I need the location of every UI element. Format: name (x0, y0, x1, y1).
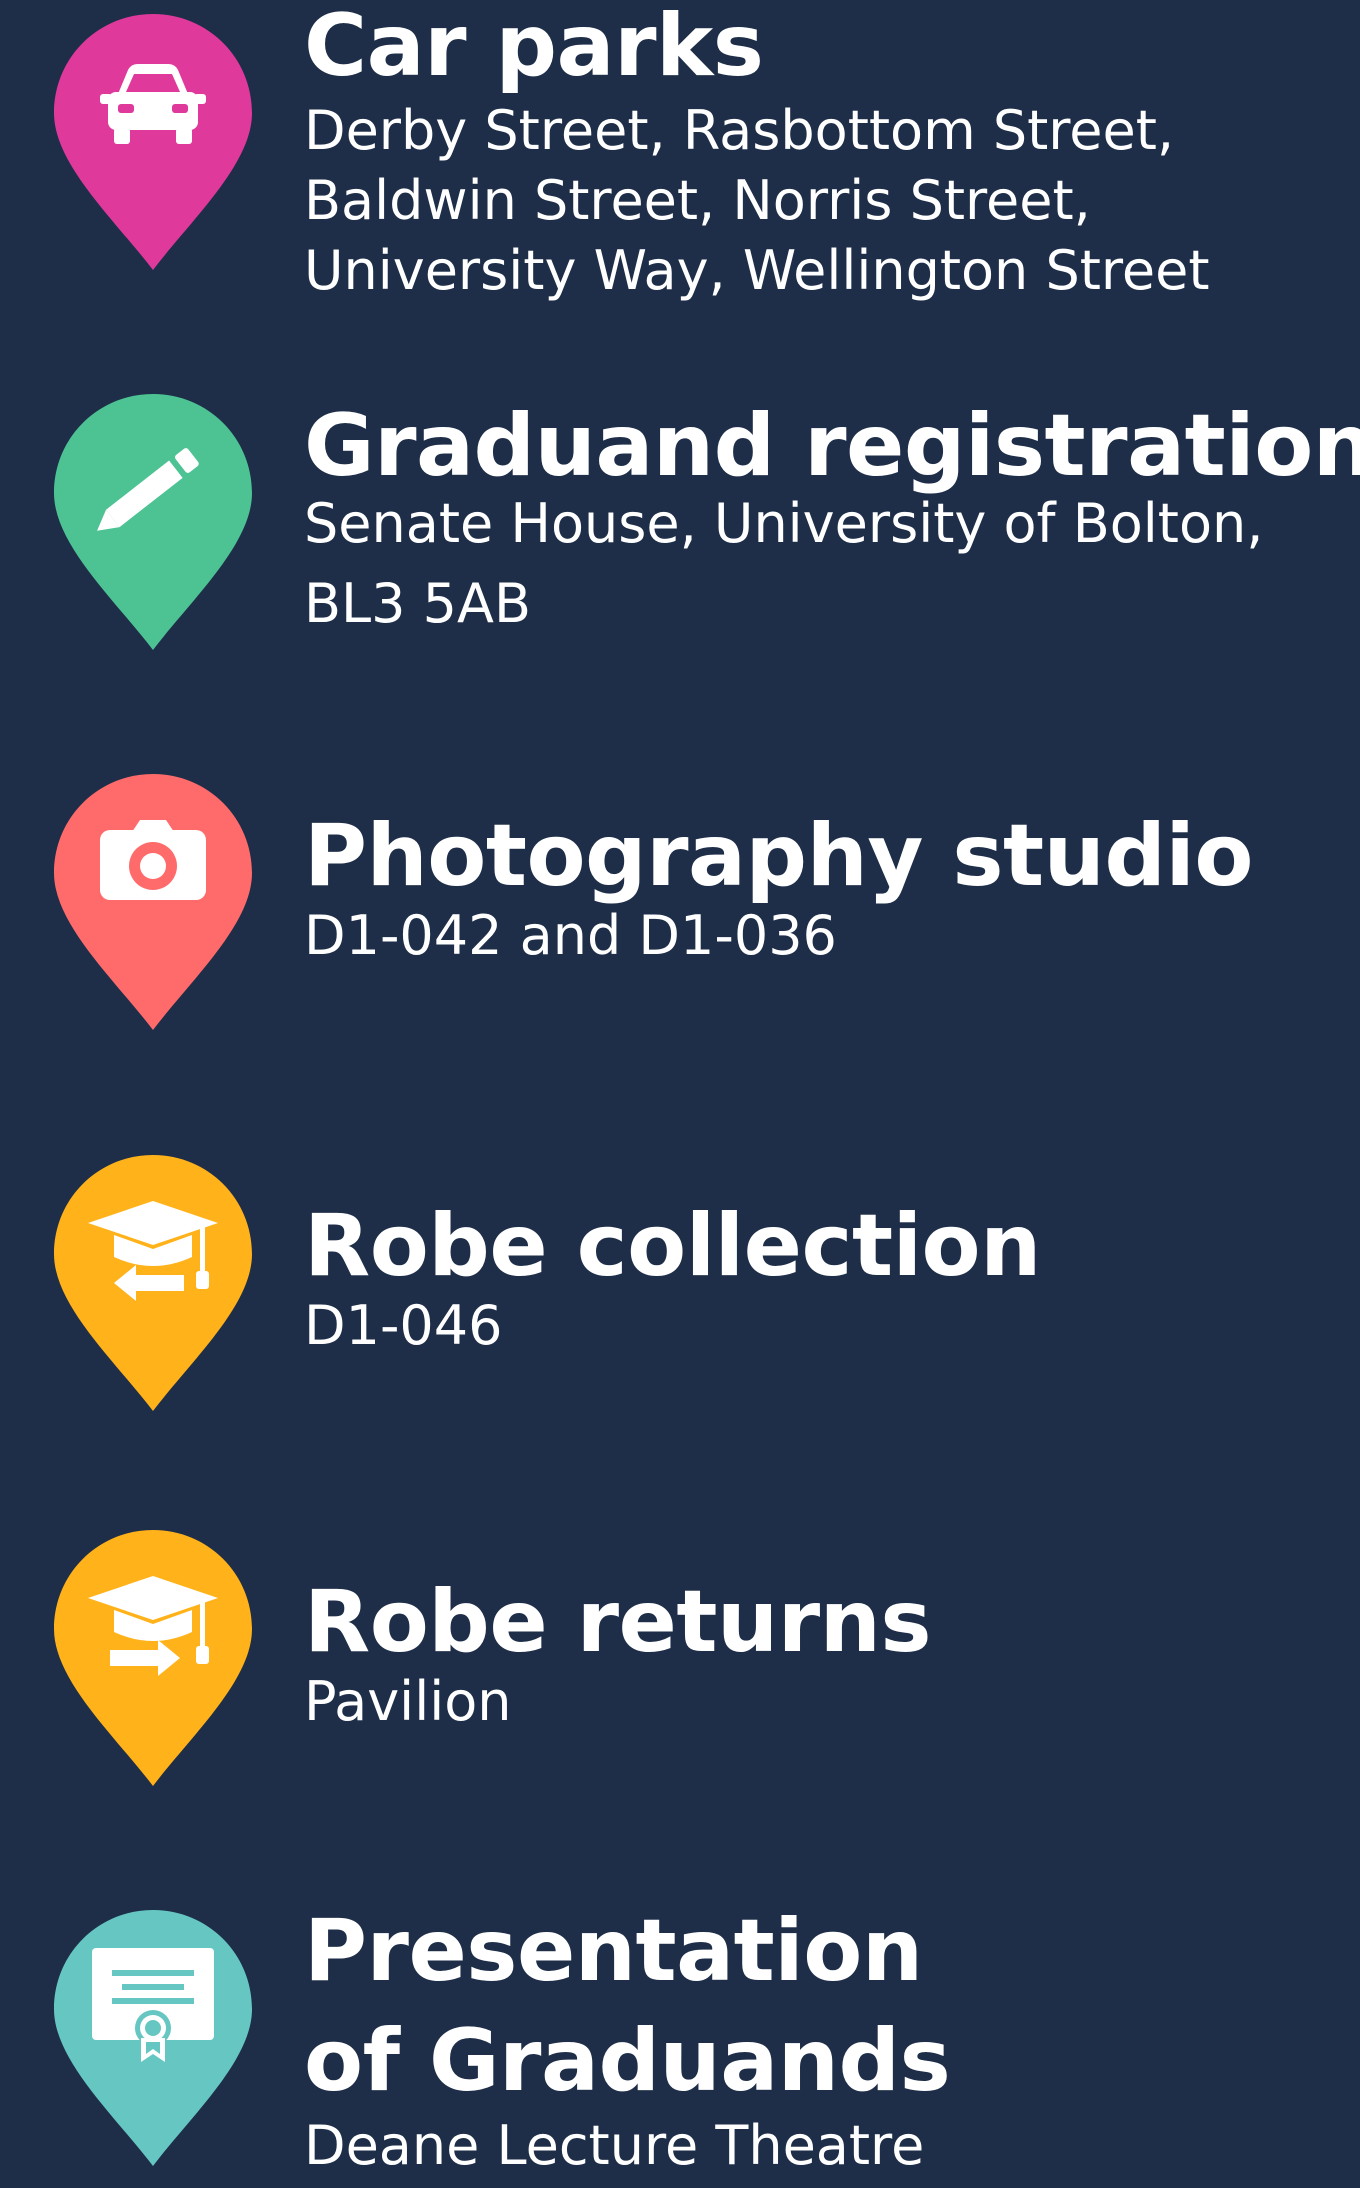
entry-details: Derby Street, Rasbottom Street, Baldwin … (304, 96, 1344, 306)
entry-title: Robe returns (304, 1572, 932, 1672)
map-pin-robe-returns (54, 1530, 252, 1786)
map-pin-registration (54, 394, 252, 650)
entry-details: Deane Lecture Theatre (304, 2110, 1344, 2182)
camera-icon (100, 820, 206, 900)
entry-text: Robe collection D1-046 (304, 1196, 1344, 1362)
entry-title: Photography studio (304, 806, 1253, 906)
detail-line: Senate House, University of Bolton, (304, 492, 1264, 555)
entry-title: Car parks (304, 0, 764, 96)
entry-details: Senate House, University of Bolton, BL3 … (304, 484, 1344, 644)
entry-text: Presentation of Graduands Deane Lecture … (304, 1896, 1344, 2182)
entry-title: Presentation of Graduands (304, 1896, 1344, 2116)
graduation-cap-arrow-right-icon (88, 1576, 218, 1676)
detail-line: D1-042 and D1-036 (304, 904, 837, 967)
pencil-icon (97, 448, 199, 531)
entry-details: D1-042 and D1-036 (304, 900, 1344, 972)
detail-line: University Way, Wellington Street (304, 239, 1210, 302)
detail-line: Baldwin Street, Norris Street, (304, 169, 1091, 232)
entry-details: D1-046 (304, 1290, 1344, 1362)
entry-title: Graduand registration (304, 396, 1360, 496)
certificate-icon (92, 1948, 214, 2062)
map-pin-robe-collection (54, 1155, 252, 1411)
map-pin-photography (54, 774, 252, 1030)
map-pin-presentation (54, 1910, 252, 2166)
detail-line: BL3 5AB (304, 572, 531, 635)
title-line: Presentation (304, 1901, 923, 2001)
entry-details: Pavilion (304, 1666, 1344, 1738)
entry-text: Robe returns Pavilion (304, 1572, 1344, 1738)
detail-line: D1-046 (304, 1294, 503, 1357)
detail-line: Deane Lecture Theatre (304, 2114, 925, 2177)
car-icon (100, 64, 206, 144)
map-pin-car-parks (54, 14, 252, 270)
graduation-cap-arrow-left-icon (88, 1201, 218, 1301)
detail-line: Pavilion (304, 1670, 512, 1733)
entry-text: Photography studio D1-042 and D1-036 (304, 806, 1344, 972)
entry-title: Robe collection (304, 1196, 1041, 1296)
title-line: of Graduands (304, 2011, 951, 2111)
entry-text: Car parks Derby Street, Rasbottom Street… (304, 0, 1344, 306)
entry-text: Graduand registration Senate House, Univ… (304, 396, 1360, 644)
detail-line: Derby Street, Rasbottom Street, (304, 99, 1175, 162)
